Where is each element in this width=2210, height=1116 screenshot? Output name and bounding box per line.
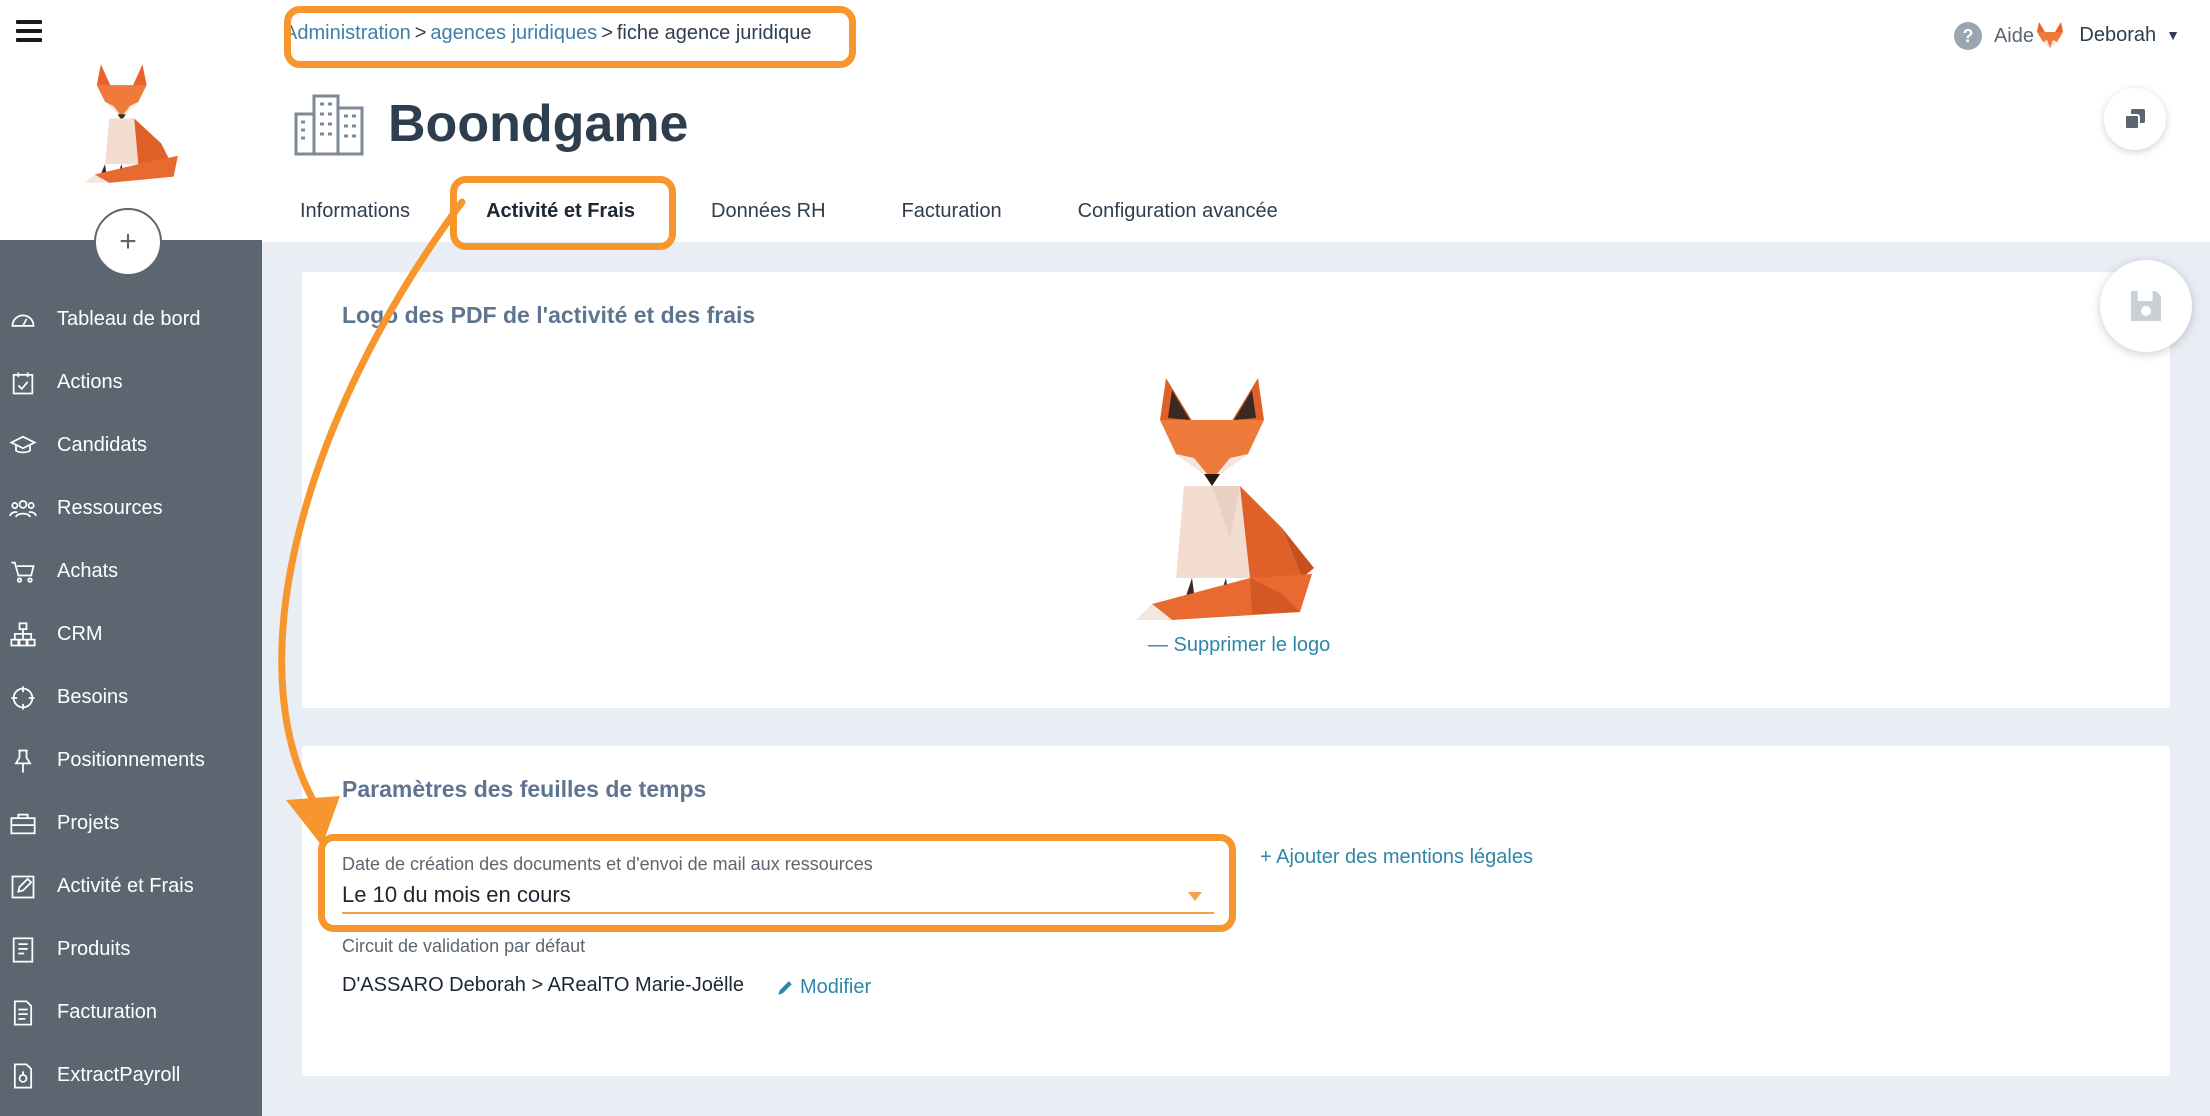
sidebar-item-positionnements[interactable]: Positionnements — [0, 729, 262, 792]
briefcase-icon — [0, 810, 57, 838]
tab-activite-et-frais[interactable]: Activité et Frais — [486, 200, 635, 223]
fox-logo — [84, 64, 178, 183]
help-label: Aide — [1993, 24, 2034, 47]
tab-configuration-avancee[interactable]: Configuration avancée — [1078, 200, 1278, 223]
people-icon — [0, 495, 57, 523]
avatar — [2037, 22, 2064, 48]
help-link[interactable]: ? Aide — [1953, 22, 2034, 50]
timesheet-params-card: Paramètres des feuilles de temps Date de… — [302, 746, 2170, 1076]
circuit-value: D'ASSARO Deborah > ARealTO Marie-Joëlle — [342, 974, 744, 996]
sidebar-item-label: Achats — [57, 560, 119, 582]
breadcrumb-link-agences-juridiques[interactable]: agences juridiques — [430, 22, 597, 44]
logo-card: Logo des PDF de l'activité et des frais … — [302, 272, 2170, 708]
file-export-icon — [0, 1062, 57, 1090]
sidebar-item-besoins[interactable]: Besoins — [0, 666, 262, 729]
sidebar-item-produits[interactable]: Produits — [0, 918, 262, 981]
sidebar-item-label: CRM — [57, 623, 103, 645]
sidebar-item-label: Produits — [57, 938, 131, 960]
sidebar-item-facturation[interactable]: Facturation — [0, 981, 262, 1044]
fox-logo-image — [1136, 378, 1314, 620]
date-field-label: Date de création des documents et d'envo… — [342, 854, 873, 874]
params-card-title: Paramètres des feuilles de temps — [342, 776, 707, 802]
sidebar-header — [0, 0, 262, 240]
logo-card-title: Logo des PDF de l'activité et des frais — [342, 302, 756, 328]
modify-label: Modifier — [800, 976, 872, 998]
sidebar-item-achats[interactable]: Achats — [0, 540, 262, 603]
date-creation-select[interactable]: Le 10 du mois en cours — [342, 880, 1214, 914]
breadcrumb-current: fiche agence juridique — [616, 22, 812, 44]
invoice-icon — [0, 999, 57, 1027]
add-legal-mentions-link[interactable]: + Ajouter des mentions légales — [1260, 846, 1533, 869]
add-button[interactable]: + — [94, 208, 162, 276]
sidebar-item-label: Besoins — [57, 686, 129, 708]
copy-icon — [2124, 109, 2145, 130]
sidebar-item-label: Facturation — [57, 1001, 158, 1023]
date-creation-value: Le 10 du mois en cours — [342, 882, 571, 907]
dashboard-icon — [0, 306, 57, 334]
page-header: Administration > agences juridiques > fiche … — [262, 0, 2210, 242]
pin-icon — [0, 747, 57, 775]
user-name: Deborah — [2079, 23, 2157, 46]
sidebar-item-projets[interactable]: Projets — [0, 792, 262, 855]
tabs: Informations Activité et Frais Données R… — [300, 200, 1354, 223]
sidebar-item-ressources[interactable]: Ressources — [0, 477, 262, 540]
sidebar-nav: Tableau de bord Actions Candidats Ressou… — [0, 288, 262, 1107]
sidebar-item-extractpayroll[interactable]: ExtractPayroll — [0, 1044, 262, 1107]
sidebar-item-actions[interactable]: Actions — [0, 351, 262, 414]
tab-informations[interactable]: Informations — [300, 200, 410, 223]
calendar-check-icon — [0, 369, 57, 397]
sidebar-item-activite-et-frais[interactable]: Activité et Frais — [0, 855, 262, 918]
pencil-icon — [778, 980, 792, 995]
help-icon: ? — [1953, 22, 1982, 50]
chevron-down-icon: ▼ — [2166, 27, 2180, 43]
breadcrumb-separator: > — [414, 22, 427, 44]
sidebar-item-label: Activité et Frais — [57, 875, 194, 897]
delete-logo-link[interactable]: — Supprimer le logo — [1148, 634, 1330, 657]
save-button[interactable] — [2100, 260, 2192, 352]
tab-donnees-rh[interactable]: Données RH — [711, 200, 826, 223]
copy-button[interactable] — [2104, 88, 2166, 150]
tab-facturation[interactable]: Facturation — [902, 200, 1002, 223]
sidebar-item-label: ExtractPayroll — [57, 1064, 181, 1086]
sidebar: + Tableau de bord Actions Candidats Ress… — [0, 0, 262, 1116]
sidebar-item-tableau-de-bord[interactable]: Tableau de bord — [0, 288, 262, 351]
cart-icon — [0, 558, 57, 586]
sidebar-item-label: Candidats — [57, 434, 148, 456]
breadcrumb-link-administration[interactable]: Administration — [284, 22, 411, 44]
sidebar-item-label: Ressources — [57, 497, 163, 519]
modify-circuit-link[interactable]: Modifier — [776, 976, 871, 999]
breadcrumb-separator: > — [601, 22, 613, 44]
org-chart-icon — [0, 621, 57, 649]
sidebar-item-candidats[interactable]: Candidats — [0, 414, 262, 477]
dropdown-arrow-icon — [1188, 892, 1202, 901]
user-menu[interactable]: Deborah ▼ — [2033, 18, 2180, 52]
circuit-label: Circuit de validation par défaut — [342, 936, 586, 956]
sidebar-item-label: Positionnements — [57, 749, 205, 771]
sidebar-item-label: Projets — [57, 812, 120, 834]
book-icon — [0, 936, 57, 964]
breadcrumb: Administration > agences juridiques > fiche … — [284, 22, 811, 45]
sidebar-item-crm[interactable]: CRM — [0, 603, 262, 666]
sidebar-item-label: Tableau de bord — [57, 308, 201, 330]
crosshair-icon — [0, 684, 57, 712]
edit-icon — [0, 873, 57, 901]
sidebar-item-label: Actions — [57, 371, 123, 393]
hamburger-menu-icon[interactable] — [16, 20, 42, 42]
page-title: Boondgame — [388, 95, 689, 153]
graduation-cap-icon — [0, 432, 57, 460]
building-icon — [294, 94, 364, 156]
floppy-disk-icon — [2131, 291, 2161, 321]
